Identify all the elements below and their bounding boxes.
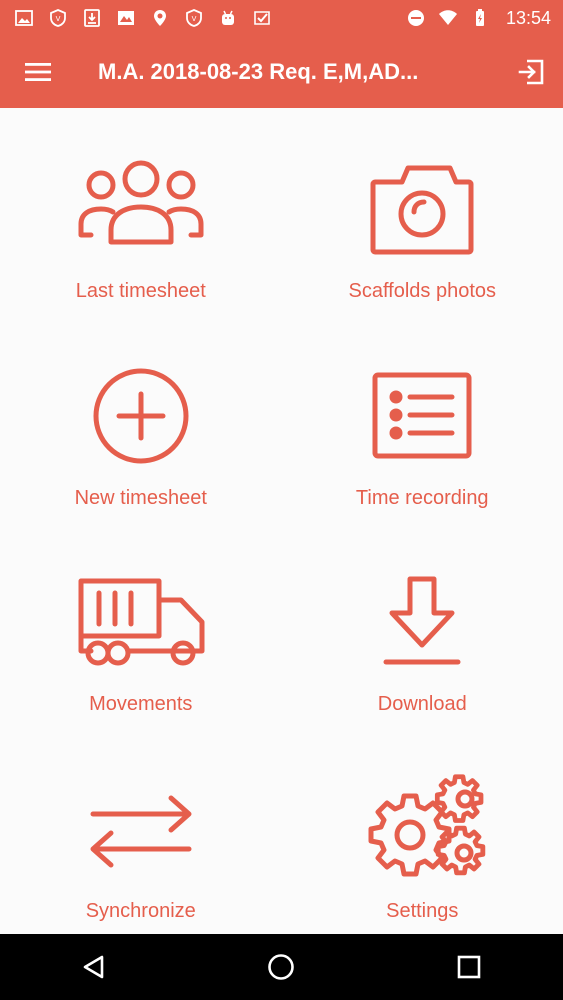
wifi-icon <box>438 8 458 28</box>
back-button[interactable] <box>54 934 134 1000</box>
android-icon <box>218 8 238 28</box>
menu-tile-scaffolds-photos[interactable]: Scaffolds photos <box>282 108 563 315</box>
shield-icon: V <box>48 8 68 28</box>
svg-text:V: V <box>192 15 197 23</box>
location-icon <box>150 8 170 28</box>
camera-icon <box>352 152 492 262</box>
image-icon <box>14 8 34 28</box>
menu-tile-label: Synchronize <box>85 899 196 922</box>
recents-button[interactable] <box>429 934 509 1000</box>
menu-tile-new-timesheet[interactable]: New timesheet <box>0 315 282 522</box>
page-title: M.A. 2018-08-23 Req. E,M,AD... <box>98 59 419 84</box>
menu-tile-time-recording[interactable]: Time recording <box>282 315 563 522</box>
dnd-icon <box>406 8 426 28</box>
menu-tile-label: Time recording <box>355 486 489 509</box>
list-icon <box>352 359 492 469</box>
sync-arrows-icon <box>71 772 211 882</box>
check-icon <box>252 8 272 28</box>
shield-icon: V <box>184 8 204 28</box>
main-menu-grid: Last timesheet Scaffolds photos New time… <box>0 108 563 934</box>
download-icon <box>352 565 492 675</box>
back-triangle-icon <box>83 955 104 979</box>
status-bar: V V 13:54 <box>0 0 563 36</box>
menu-tile-last-timesheet[interactable]: Last timesheet <box>0 108 282 315</box>
svg-text:V: V <box>56 15 61 23</box>
gears-icon <box>352 772 492 882</box>
menu-tile-label: Movements <box>89 693 193 715</box>
navigation-bar <box>0 934 563 1000</box>
home-button[interactable] <box>241 934 321 1000</box>
app-bar: M.A. 2018-08-23 Req. E,M,AD... <box>0 36 563 108</box>
logout-icon <box>518 59 544 85</box>
home-circle-icon <box>268 954 295 980</box>
truck-icon <box>71 565 211 675</box>
menu-tile-download[interactable]: Download <box>282 521 563 728</box>
clock: 13:54 <box>505 7 551 28</box>
add-circle-icon <box>71 359 211 469</box>
menu-tile-label: Download <box>377 693 467 715</box>
group-icon <box>71 152 211 262</box>
logout-button[interactable] <box>499 36 563 108</box>
battery-icon <box>470 8 490 28</box>
gallery-icon <box>116 8 136 28</box>
menu-button[interactable] <box>0 36 76 108</box>
download-icon <box>82 8 102 28</box>
menu-tile-movements[interactable]: Movements <box>0 521 282 728</box>
menu-tile-label: Last timesheet <box>75 280 206 302</box>
menu-tile-synchronize[interactable]: Synchronize <box>0 728 282 935</box>
menu-tile-label: Settings <box>386 899 459 922</box>
menu-tile-label: Scaffolds photos <box>348 280 496 302</box>
hamburger-icon <box>25 63 51 81</box>
menu-tile-settings[interactable]: Settings <box>282 728 563 935</box>
menu-tile-label: New timesheet <box>74 486 207 509</box>
recents-square-icon <box>457 955 481 979</box>
